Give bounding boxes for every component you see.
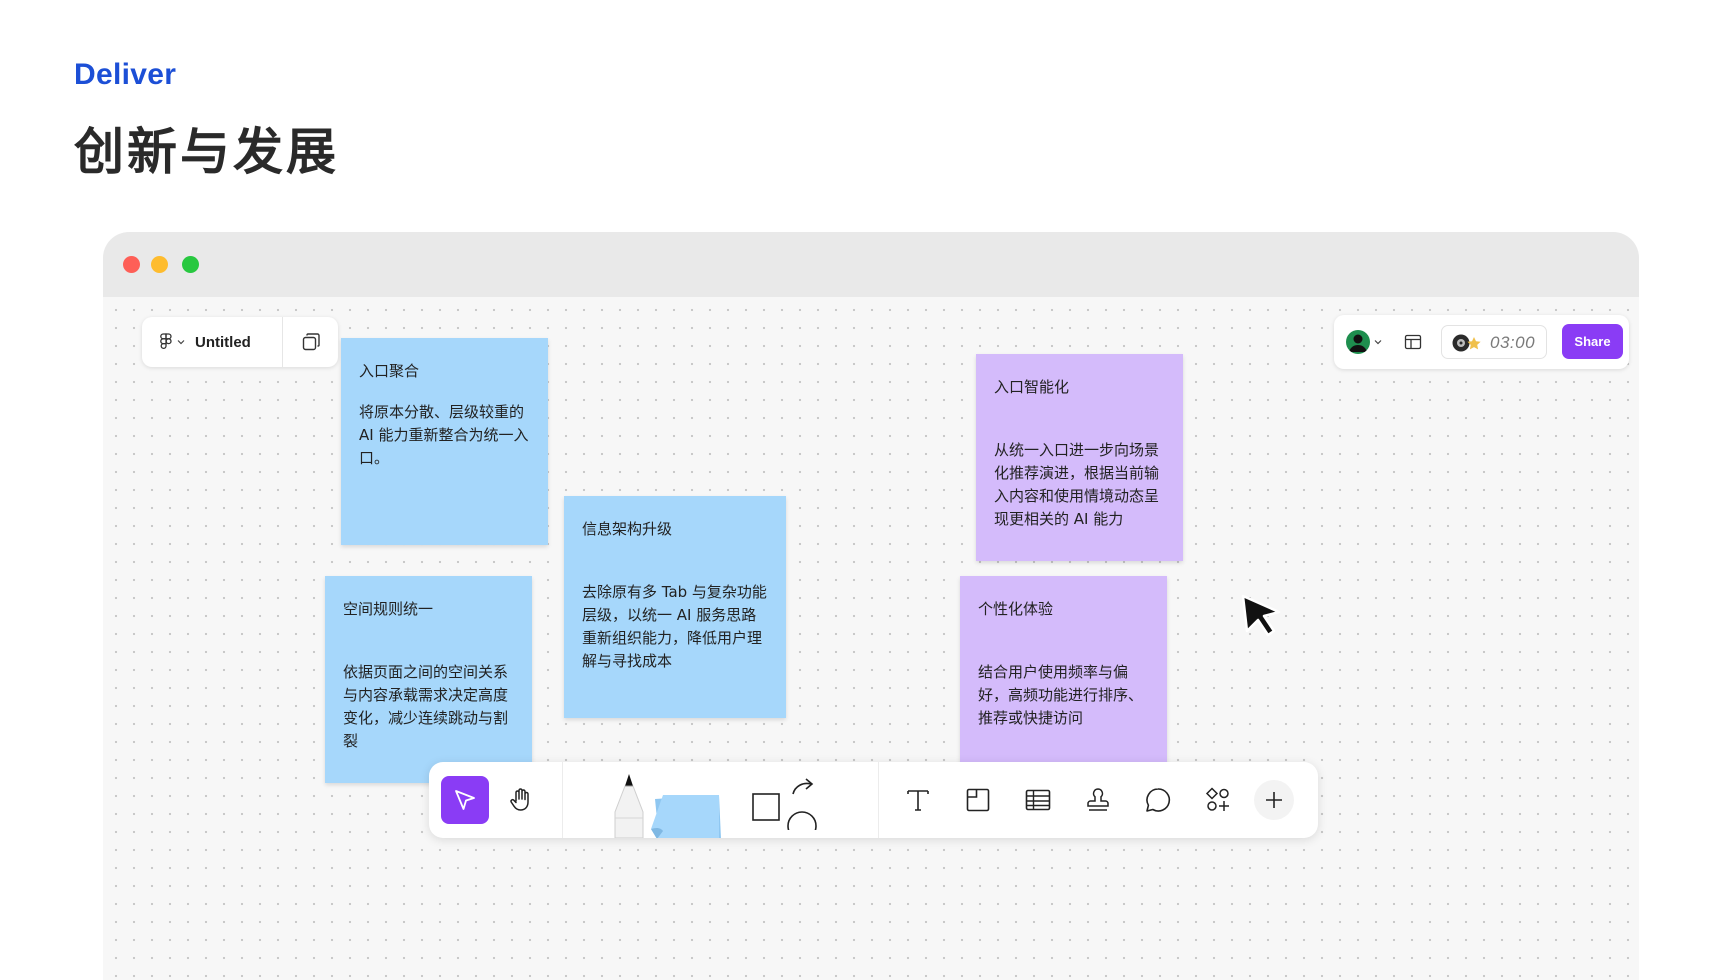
widgets-icon — [1204, 786, 1232, 814]
sticky-note-title: 个性化体验 — [978, 600, 1054, 618]
stamp-icon — [1084, 786, 1112, 814]
shape-tool-button[interactable] — [735, 762, 831, 838]
sticky-note-title: 入口聚合 — [359, 362, 420, 380]
minimize-window-button[interactable] — [151, 256, 168, 273]
figma-logo-icon — [160, 333, 172, 351]
bottom-toolbar — [429, 762, 1318, 838]
sticky-note[interactable]: 入口智能化 从统一入口进一步向场景化推荐演进，根据当前输入内容和使用情境动态呈现… — [976, 354, 1183, 561]
table-tool-button[interactable] — [1014, 776, 1062, 824]
section-heading: 创新与发展 — [74, 123, 339, 181]
hand-tool-button[interactable] — [497, 776, 545, 824]
sticky-note-body: 将原本分散、层级较重的 AI 能力重新整合为统一入口。 — [359, 403, 529, 467]
sticky-note[interactable]: 空间规则统一 依据页面之间的空间关系与内容承载需求决定高度变化，减少连续跳动与割… — [325, 576, 532, 783]
sticky-note[interactable]: 信息架构升级 去除原有多 Tab 与复杂功能层级，以统一 AI 服务思路重新组织… — [564, 496, 786, 718]
file-bar: Untitled — [142, 317, 338, 367]
collaboration-bar: 03:00 Share — [1334, 315, 1629, 369]
add-tool-button[interactable] — [1254, 780, 1294, 820]
section-frame-icon — [964, 786, 992, 814]
sticky-note-tool-button[interactable] — [639, 762, 729, 838]
sticky-note[interactable]: 个性化体验 结合用户使用频率与偏好，高频功能进行排序、推荐或快捷访问 — [960, 576, 1167, 783]
move-tool-button[interactable] — [441, 776, 489, 824]
chevron-down-icon — [177, 339, 185, 345]
session-timer[interactable]: 03:00 — [1441, 325, 1547, 359]
hand-icon — [507, 786, 535, 814]
timer-music-icon — [1451, 333, 1485, 353]
file-title[interactable]: Untitled — [195, 334, 251, 351]
widgets-tool-button[interactable] — [1194, 776, 1242, 824]
app-window: Untitled 03:00 Share 入口聚合 将原本分散、层级较重的 AI… — [103, 232, 1639, 980]
section-eyebrow: Deliver — [74, 58, 177, 91]
table-icon — [1024, 786, 1052, 814]
comment-tool-button[interactable] — [1134, 776, 1182, 824]
text-icon — [904, 786, 932, 814]
sticky-note-title: 空间规则统一 — [343, 600, 434, 618]
toolbar-divider — [878, 762, 879, 838]
comment-bubble-icon — [1144, 786, 1172, 814]
pages-button[interactable] — [283, 317, 338, 367]
whiteboard-canvas[interactable]: Untitled 03:00 Share 入口聚合 将原本分散、层级较重的 AI… — [103, 297, 1639, 980]
sticky-note-body: 从统一入口进一步向场景化推荐演进，根据当前输入内容和使用情境动态呈现更相关的 A… — [994, 441, 1160, 528]
sticky-note-body: 去除原有多 Tab 与复杂功能层级，以统一 AI 服务思路重新组织能力，降低用户… — [582, 583, 767, 670]
timer-display: 03:00 — [1490, 333, 1536, 352]
sticky-note-title: 入口智能化 — [994, 378, 1070, 396]
zoom-window-button[interactable] — [182, 256, 199, 273]
close-window-button[interactable] — [123, 256, 140, 273]
section-tool-button[interactable] — [954, 776, 1002, 824]
sticky-note-body: 结合用户使用频率与偏好，高频功能进行排序、推荐或快捷访问 — [978, 663, 1144, 727]
text-tool-button[interactable] — [894, 776, 942, 824]
shapes-icon — [743, 770, 823, 830]
toolbar-divider — [562, 762, 563, 838]
window-titlebar — [103, 232, 1639, 297]
sticky-note-title: 信息架构升级 — [582, 520, 673, 538]
user-avatar[interactable] — [1346, 330, 1370, 354]
mouse-pointer-icon — [1240, 593, 1284, 643]
avatar-chevron-down-icon[interactable] — [1374, 339, 1382, 345]
share-button[interactable]: Share — [1562, 324, 1623, 359]
move-arrow-icon — [452, 787, 478, 813]
layout-panel-icon[interactable] — [1404, 333, 1422, 351]
plus-icon — [1263, 789, 1285, 811]
sticky-note[interactable]: 入口聚合 将原本分散、层级较重的 AI 能力重新整合为统一入口。 — [341, 338, 548, 545]
main-menu-button[interactable]: Untitled — [142, 317, 282, 367]
sticky-note-body: 依据页面之间的空间关系与内容承载需求决定高度变化，减少连续跳动与割裂 — [343, 663, 509, 750]
sticky-note-stack-icon — [645, 781, 723, 838]
copy-pages-icon — [301, 332, 321, 352]
stamp-tool-button[interactable] — [1074, 776, 1122, 824]
